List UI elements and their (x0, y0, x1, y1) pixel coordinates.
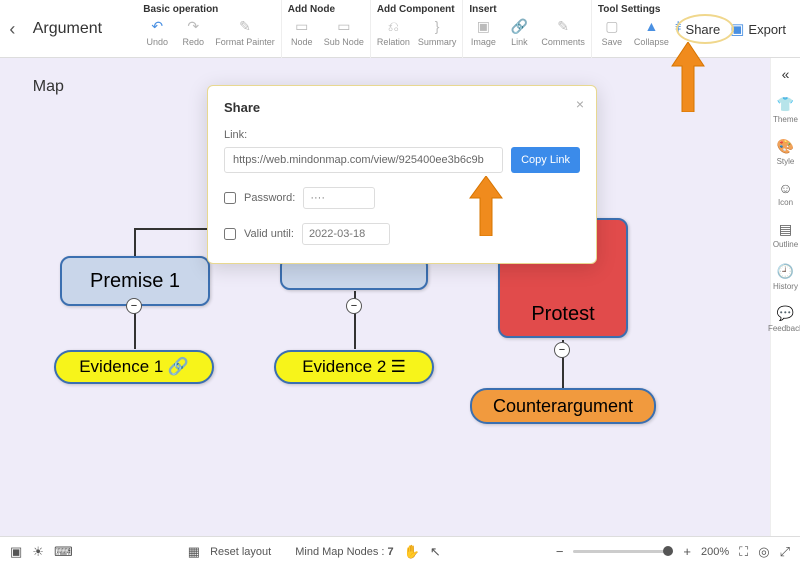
node-evidence-1[interactable]: Evidence 1 🔗 (54, 350, 214, 384)
sidebar-collapse-button[interactable]: « (782, 66, 790, 82)
fit-icon[interactable]: ⛶ (739, 544, 748, 560)
format-painter-icon: ✎ (236, 17, 254, 35)
note-icon: ☰ (391, 357, 406, 377)
sidebar-feedback[interactable]: 💬Feedback (768, 305, 800, 333)
smile-icon: ☺ (778, 180, 792, 196)
redo-icon: ↷ (184, 17, 202, 35)
clock-icon: 🕘 (777, 263, 794, 280)
annotation-arrow-share (668, 42, 708, 112)
share-icon: ⯒ (675, 17, 682, 42)
export-button[interactable]: ▣Export (730, 20, 786, 38)
format-painter-button[interactable]: ✎Format Painter (215, 17, 275, 47)
group-insert-label: Insert (469, 4, 585, 15)
sidebar-style[interactable]: 🎨Style (777, 138, 795, 166)
comments-button[interactable]: ✎Comments (541, 17, 585, 47)
zoom-out-button[interactable]: − (556, 544, 564, 559)
subnode-icon: ▭ (335, 17, 353, 35)
outline-icon: ▤ (779, 221, 792, 238)
collapse-toggle[interactable]: − (126, 298, 142, 314)
link-icon: 🔗 (510, 17, 528, 35)
image-button[interactable]: ▣Image (469, 17, 497, 47)
footer-keyboard-icon[interactable]: ⌨ (54, 544, 73, 560)
zoom-value: 200% (701, 546, 729, 558)
copy-link-button[interactable]: Copy Link (511, 147, 580, 173)
node-button[interactable]: ▭Node (288, 17, 316, 47)
link-icon: 🔗 (168, 357, 189, 377)
nodes-count-label: Mind Map Nodes : 7 (295, 546, 393, 558)
save-icon: ▢ (603, 17, 621, 35)
zoom-slider[interactable] (573, 550, 673, 553)
collapse-toggle[interactable]: − (554, 342, 570, 358)
group-addcomp-label: Add Component (377, 4, 457, 15)
undo-button[interactable]: ↶Undo (143, 17, 171, 47)
palette-icon: 🎨 (777, 138, 794, 155)
relation-icon: ⎌ (384, 17, 402, 35)
summary-button[interactable]: }Summary (418, 17, 457, 47)
chat-icon: 💬 (777, 305, 794, 322)
summary-icon: } (428, 17, 446, 35)
share-dialog: Share × Link: Copy Link Password: Valid … (207, 85, 597, 264)
reset-layout-label[interactable]: Reset layout (210, 546, 271, 558)
reset-layout-icon[interactable]: ▦ (188, 544, 200, 560)
collapse-icon: ▲ (642, 17, 660, 35)
valid-until-checkbox[interactable] (224, 228, 236, 240)
footer-sun-icon[interactable]: ☀ (32, 544, 44, 560)
shirt-icon: 👕 (777, 96, 794, 113)
relation-button[interactable]: ⎌Relation (377, 17, 410, 47)
fullscreen-icon[interactable]: ⤢ (780, 544, 790, 560)
valid-until-input[interactable] (302, 223, 390, 245)
sidebar-outline[interactable]: ▤Outline (773, 221, 798, 249)
toolbar: Basic operation ↶Undo ↷Redo ✎Format Pain… (127, 0, 675, 58)
group-tools-label: Tool Settings (598, 4, 669, 15)
node-icon: ▭ (293, 17, 311, 35)
pan-icon[interactable]: ✋ (404, 544, 420, 560)
image-icon: ▣ (474, 17, 492, 35)
export-icon: ▣ (730, 20, 744, 38)
node-counterargument[interactable]: Counterargument (470, 388, 656, 424)
center-icon[interactable]: ◎ (758, 544, 769, 560)
page-title: Argument Map (25, 0, 128, 116)
right-sidebar: « 👕Theme 🎨Style ☺Icon ▤Outline 🕘History … (770, 58, 800, 536)
link-label: Link: (224, 129, 580, 141)
save-button[interactable]: ▢Save (598, 17, 626, 47)
node-evidence-2[interactable]: Evidence 2 ☰ (274, 350, 434, 384)
password-checkbox[interactable] (224, 192, 236, 204)
status-bar: ▣ ☀ ⌨ ▦ Reset layout Mind Map Nodes : 7 … (0, 536, 800, 566)
password-label: Password: (244, 192, 295, 204)
group-basic-label: Basic operation (143, 4, 275, 15)
zoom-in-button[interactable]: + (683, 544, 691, 559)
sidebar-icon[interactable]: ☺Icon (778, 180, 793, 207)
back-button[interactable]: ‹ (0, 0, 25, 58)
connector (134, 230, 136, 258)
valid-until-label: Valid until: (244, 228, 294, 240)
footer-image-icon[interactable]: ▣ (10, 544, 22, 560)
undo-icon: ↶ (148, 17, 166, 35)
link-button[interactable]: 🔗Link (505, 17, 533, 47)
share-dialog-title: Share (224, 100, 580, 115)
cursor-icon[interactable]: ↖ (430, 544, 441, 560)
redo-button[interactable]: ↷Redo (179, 17, 207, 47)
share-button[interactable]: ⯒Share (675, 17, 720, 42)
annotation-arrow-copy (466, 176, 506, 236)
sidebar-theme[interactable]: 👕Theme (773, 96, 798, 124)
sidebar-history[interactable]: 🕘History (773, 263, 798, 291)
close-icon[interactable]: × (576, 96, 584, 112)
subnode-button[interactable]: ▭Sub Node (324, 17, 364, 47)
zoom-thumb[interactable] (663, 546, 673, 556)
password-input[interactable] (303, 187, 375, 209)
share-link-input[interactable] (224, 147, 503, 173)
comments-icon: ✎ (554, 17, 572, 35)
group-addnode-label: Add Node (288, 4, 364, 15)
collapse-button[interactable]: ▲Collapse (634, 17, 669, 47)
collapse-toggle[interactable]: − (346, 298, 362, 314)
